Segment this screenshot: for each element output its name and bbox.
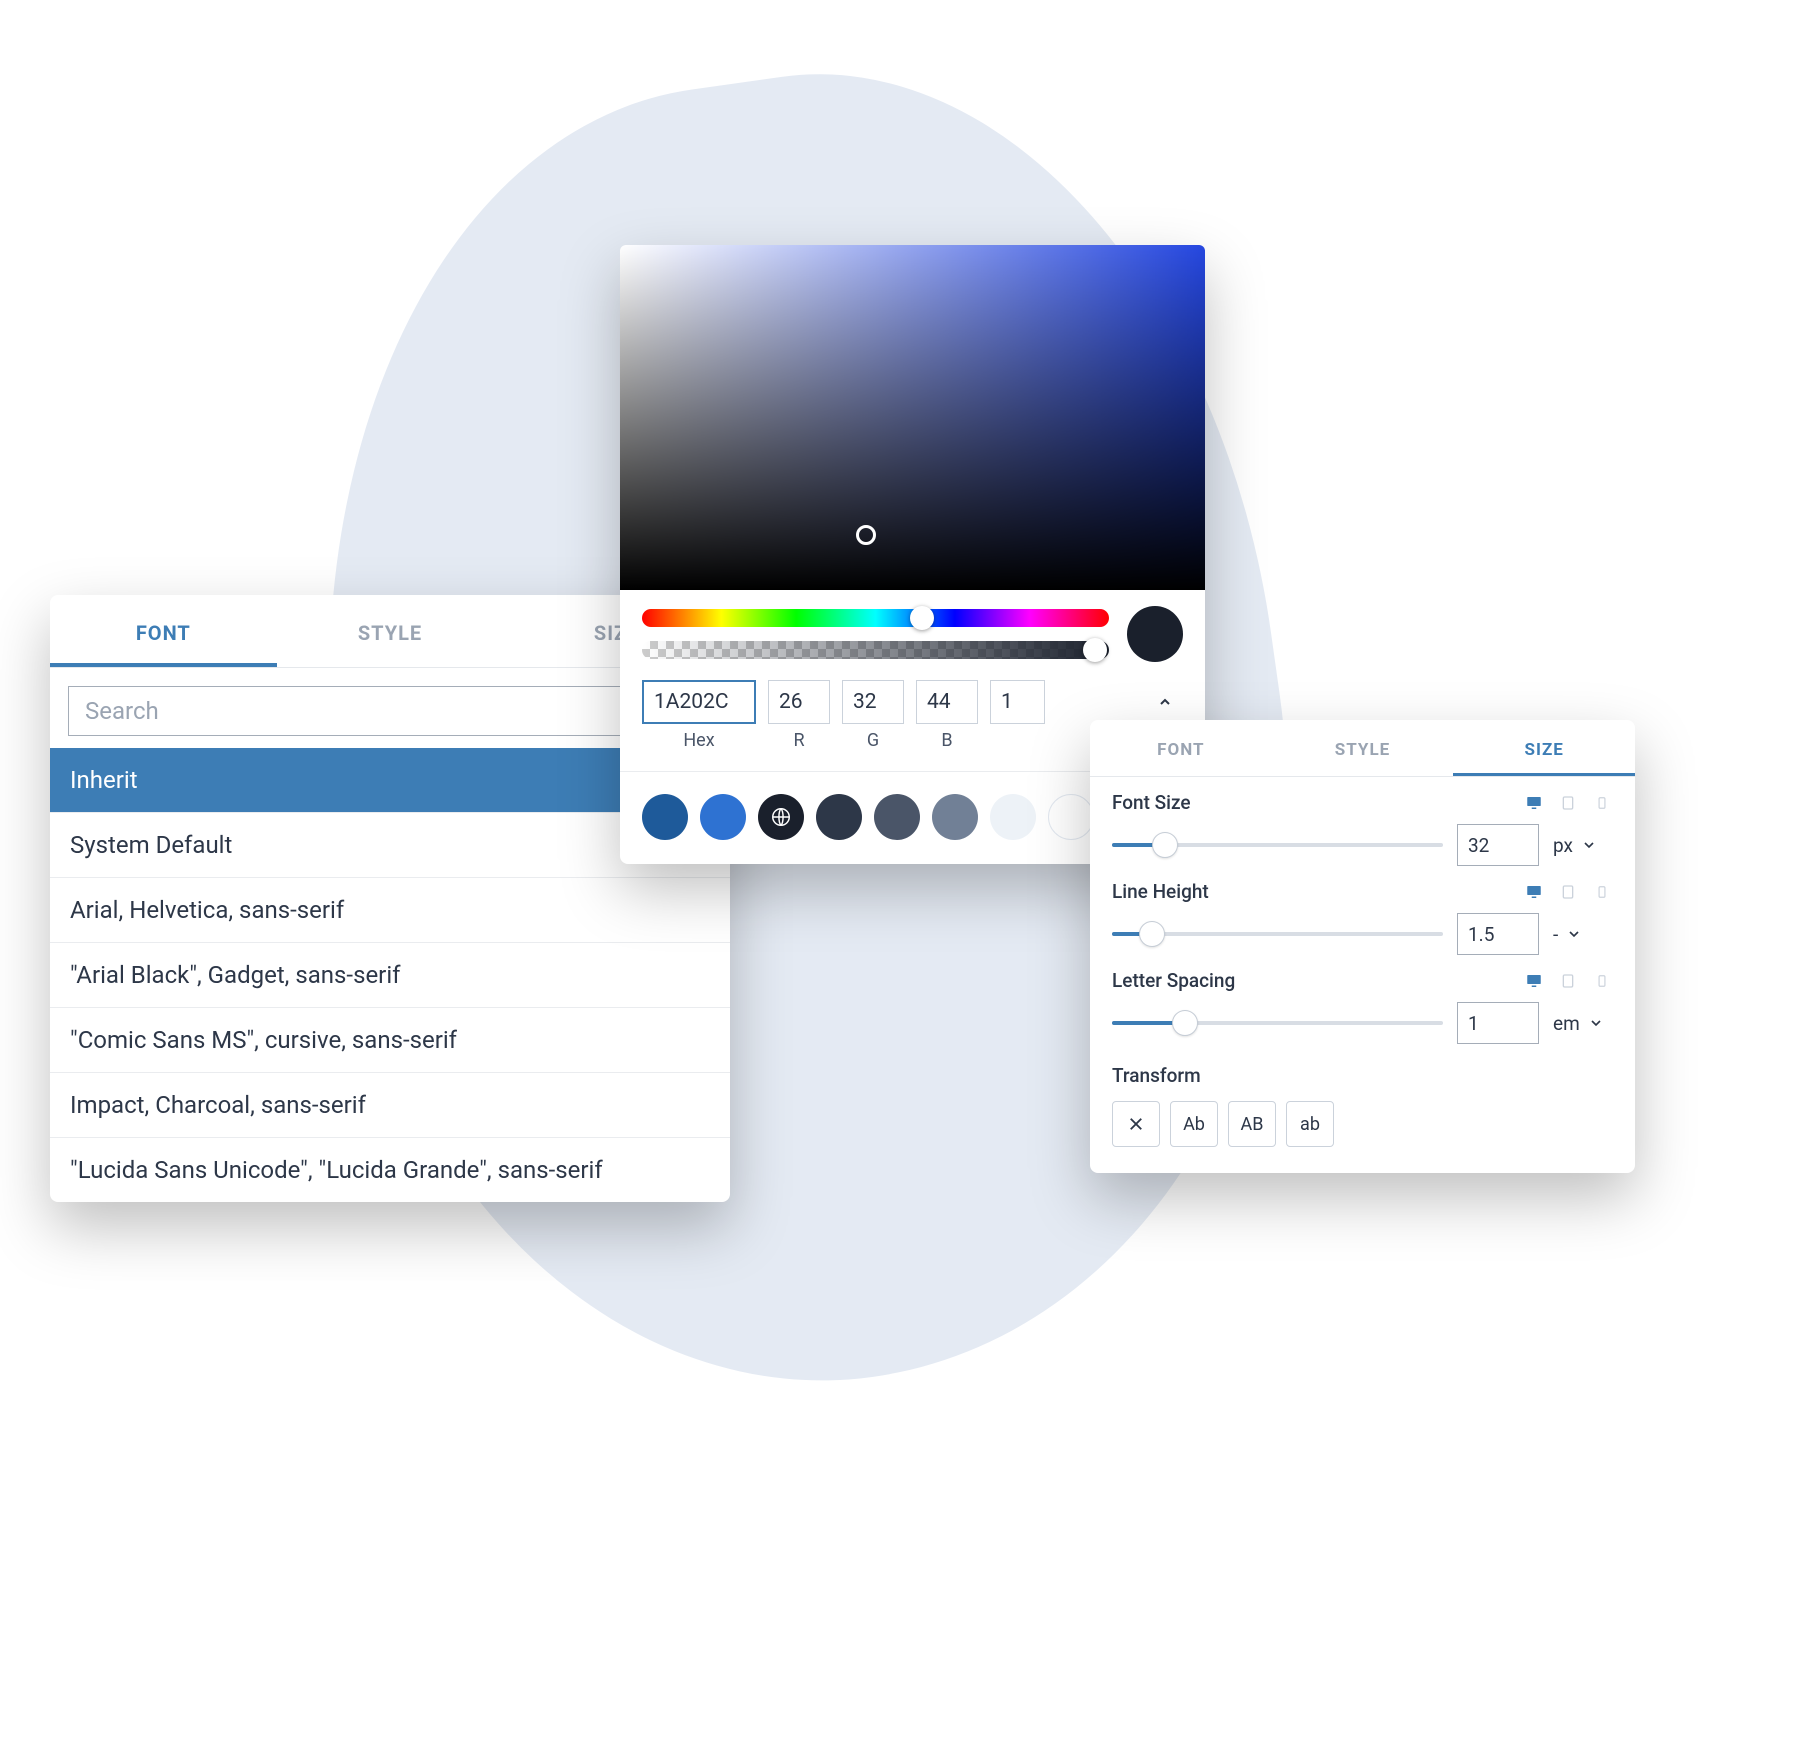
- font-option[interactable]: Arial, Helvetica, sans-serif: [50, 877, 730, 942]
- chevron-down-icon: [1566, 926, 1582, 942]
- chevron-up-icon: [1157, 694, 1173, 710]
- preset-swatch[interactable]: [874, 794, 920, 840]
- prop-letter-spacing: Letter Spacing em: [1090, 955, 1635, 1044]
- unit-label: px: [1553, 834, 1573, 857]
- preset-swatch[interactable]: [990, 794, 1036, 840]
- prop-transform: Transform Ab AB ab: [1090, 1044, 1635, 1173]
- line-height-slider[interactable]: [1112, 922, 1443, 946]
- r-label: R: [793, 730, 804, 751]
- globe-icon: [770, 806, 792, 828]
- font-option[interactable]: "Arial Black", Gadget, sans-serif: [50, 942, 730, 1007]
- tab-size[interactable]: SIZE: [1453, 720, 1635, 776]
- search-placeholder: Search: [85, 697, 159, 725]
- hue-slider[interactable]: [642, 609, 1109, 627]
- transform-label: Transform: [1112, 1064, 1613, 1087]
- line-height-unit-select[interactable]: -: [1553, 913, 1613, 955]
- alpha-input[interactable]: [990, 680, 1045, 724]
- preset-swatch[interactable]: [700, 794, 746, 840]
- g-label: G: [867, 730, 879, 751]
- preset-swatch[interactable]: [642, 794, 688, 840]
- alpha-handle[interactable]: [1083, 638, 1107, 662]
- responsive-toggles: [1523, 793, 1613, 813]
- letter-spacing-input[interactable]: [1457, 1002, 1539, 1044]
- unit-label: -: [1553, 923, 1558, 946]
- size-panel-tabs: FONT STYLE SIZE: [1090, 720, 1635, 777]
- responsive-toggles: [1523, 971, 1613, 991]
- desktop-icon[interactable]: [1523, 882, 1545, 902]
- desktop-icon[interactable]: [1523, 971, 1545, 991]
- transform-capitalize-button[interactable]: Ab: [1170, 1101, 1218, 1147]
- transform-uppercase-button[interactable]: AB: [1228, 1101, 1276, 1147]
- responsive-toggles: [1523, 882, 1613, 902]
- color-format-toggle[interactable]: [1147, 680, 1183, 724]
- transform-none-button[interactable]: [1112, 1101, 1160, 1147]
- alpha-slider[interactable]: [642, 641, 1109, 659]
- g-input[interactable]: [842, 680, 904, 724]
- unit-label: em: [1553, 1012, 1580, 1035]
- tablet-icon[interactable]: [1557, 882, 1579, 902]
- tab-font[interactable]: FONT: [1090, 720, 1272, 776]
- tab-style[interactable]: STYLE: [1272, 720, 1454, 776]
- font-option[interactable]: "Lucida Sans Unicode", "Lucida Grande", …: [50, 1137, 730, 1202]
- prop-font-size: Font Size px: [1090, 777, 1635, 866]
- chevron-down-icon: [1588, 1015, 1604, 1031]
- font-size-slider[interactable]: [1112, 833, 1443, 857]
- preset-swatch[interactable]: [932, 794, 978, 840]
- font-option[interactable]: Impact, Charcoal, sans-serif: [50, 1072, 730, 1137]
- line-height-label: Line Height: [1112, 880, 1209, 903]
- letter-spacing-label: Letter Spacing: [1112, 969, 1235, 992]
- letter-spacing-slider[interactable]: [1112, 1011, 1443, 1035]
- preset-swatch-global[interactable]: [758, 794, 804, 840]
- font-size-unit-select[interactable]: px: [1553, 824, 1613, 866]
- close-icon: [1127, 1115, 1145, 1133]
- mobile-icon[interactable]: [1591, 971, 1613, 991]
- mobile-icon[interactable]: [1591, 882, 1613, 902]
- tablet-icon[interactable]: [1557, 793, 1579, 813]
- saturation-lightness-area[interactable]: [620, 245, 1205, 590]
- b-input[interactable]: [916, 680, 978, 724]
- prop-line-height: Line Height -: [1090, 866, 1635, 955]
- saturation-handle[interactable]: [856, 525, 876, 545]
- font-size-label: Font Size: [1112, 791, 1191, 814]
- current-color-swatch: [1127, 606, 1183, 662]
- font-search-input[interactable]: Search: [68, 686, 712, 736]
- tab-font[interactable]: FONT: [50, 595, 277, 667]
- hex-input[interactable]: [642, 680, 756, 724]
- desktop-icon[interactable]: [1523, 793, 1545, 813]
- transform-lowercase-button[interactable]: ab: [1286, 1101, 1334, 1147]
- hue-handle[interactable]: [910, 606, 934, 630]
- size-panel: FONT STYLE SIZE Font Size px: [1090, 720, 1635, 1173]
- tab-style[interactable]: STYLE: [277, 595, 504, 667]
- hex-label: Hex: [683, 730, 714, 751]
- preset-swatch[interactable]: [1048, 794, 1094, 840]
- font-option[interactable]: "Comic Sans MS", cursive, sans-serif: [50, 1007, 730, 1072]
- chevron-down-icon: [1581, 837, 1597, 853]
- r-input[interactable]: [768, 680, 830, 724]
- letter-spacing-unit-select[interactable]: em: [1553, 1002, 1613, 1044]
- tablet-icon[interactable]: [1557, 971, 1579, 991]
- preset-swatch[interactable]: [816, 794, 862, 840]
- mobile-icon[interactable]: [1591, 793, 1613, 813]
- line-height-input[interactable]: [1457, 913, 1539, 955]
- b-label: B: [941, 730, 952, 751]
- color-sliders: [620, 590, 1205, 662]
- font-size-input[interactable]: [1457, 824, 1539, 866]
